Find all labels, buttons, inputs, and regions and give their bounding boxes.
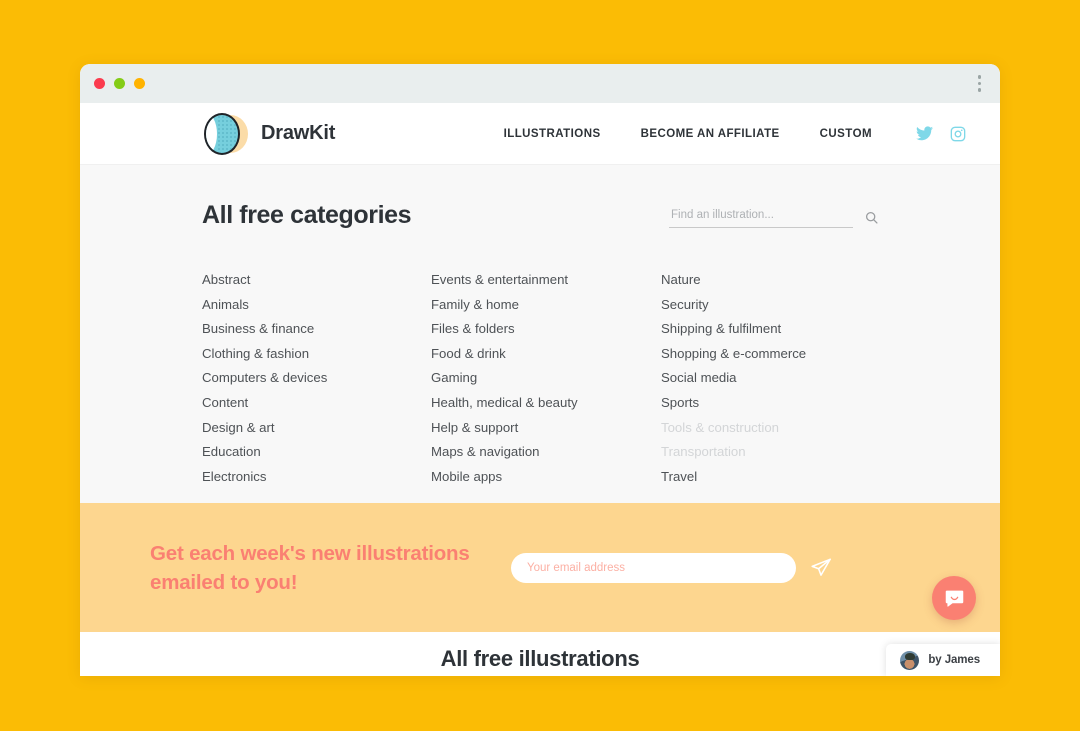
category-column-2: Events & entertainment Family & home Fil… bbox=[431, 268, 661, 489]
category-link[interactable]: Mobile apps bbox=[431, 465, 661, 490]
credit-text: by James bbox=[928, 654, 980, 666]
category-link[interactable]: Business & finance bbox=[202, 317, 431, 342]
category-link[interactable]: Events & entertainment bbox=[431, 268, 661, 293]
twitter-icon[interactable] bbox=[916, 126, 933, 141]
category-link[interactable]: Files & folders bbox=[431, 317, 661, 342]
category-link[interactable]: Clothing & fashion bbox=[202, 342, 431, 367]
category-link[interactable]: Design & art bbox=[202, 416, 431, 441]
category-link[interactable]: Tools & construction bbox=[661, 416, 878, 441]
category-column-1: Abstract Animals Business & finance Clot… bbox=[202, 268, 431, 489]
category-link[interactable]: Animals bbox=[202, 293, 431, 318]
instagram-icon[interactable] bbox=[950, 126, 966, 142]
category-link[interactable]: Gaming bbox=[431, 366, 661, 391]
category-link[interactable]: Security bbox=[661, 293, 878, 318]
main-navigation: ILLUSTRATIONS BECOME AN AFFILIATE CUSTOM bbox=[504, 120, 966, 148]
category-link[interactable]: Electronics bbox=[202, 465, 431, 490]
site-header: DrawKit ILLUSTRATIONS BECOME AN AFFILIAT… bbox=[80, 103, 1000, 165]
categories-section: All free categories Abstract Animals B bbox=[80, 165, 1000, 503]
kebab-menu-icon[interactable] bbox=[975, 71, 985, 96]
category-link[interactable]: Family & home bbox=[431, 293, 661, 318]
drawkit-logo-icon bbox=[202, 112, 248, 156]
avatar bbox=[900, 650, 920, 670]
nav-item-become-an-affiliate[interactable]: BECOME AN AFFILIATE bbox=[641, 120, 780, 148]
category-link[interactable]: Food & drink bbox=[431, 342, 661, 367]
credit-badge[interactable]: by James bbox=[886, 644, 1000, 676]
nav-item-custom[interactable]: CUSTOM bbox=[820, 120, 872, 148]
category-link[interactable]: Maps & navigation bbox=[431, 440, 661, 465]
category-column-3: Nature Security Shipping & fulfilment Sh… bbox=[661, 268, 878, 489]
category-link[interactable]: Sports bbox=[661, 391, 878, 416]
social-links bbox=[916, 126, 966, 142]
window-controls bbox=[94, 78, 145, 89]
maximize-button[interactable] bbox=[134, 78, 145, 89]
newsletter-heading-line1: Get each week's new illustrations bbox=[150, 541, 470, 565]
bottom-title: All free illustrations bbox=[440, 645, 640, 671]
category-grid: Abstract Animals Business & finance Clot… bbox=[202, 268, 878, 489]
browser-window: DrawKit ILLUSTRATIONS BECOME AN AFFILIAT… bbox=[80, 64, 1000, 676]
browser-titlebar bbox=[80, 64, 1000, 103]
category-link[interactable]: Abstract bbox=[202, 268, 431, 293]
page-title: All free categories bbox=[202, 201, 412, 229]
category-link[interactable]: Computers & devices bbox=[202, 366, 431, 391]
close-button[interactable] bbox=[94, 78, 105, 89]
chat-bubble-icon[interactable] bbox=[932, 576, 976, 620]
category-link[interactable]: Shipping & fulfilment bbox=[661, 317, 878, 342]
search-icon[interactable] bbox=[865, 211, 878, 224]
section-header: All free categories bbox=[202, 201, 878, 230]
category-link[interactable]: Nature bbox=[661, 268, 878, 293]
category-link[interactable]: Shopping & e-commerce bbox=[661, 342, 878, 367]
minimize-button[interactable] bbox=[114, 78, 125, 89]
category-link[interactable]: Social media bbox=[661, 366, 878, 391]
category-link[interactable]: Travel bbox=[661, 465, 878, 490]
category-link[interactable]: Transportation bbox=[661, 440, 878, 465]
newsletter-section: Get each week's new illustrations emaile… bbox=[80, 503, 1000, 632]
brand-name: DrawKit bbox=[261, 122, 336, 144]
illustrations-section: All free illustrations bbox=[80, 632, 1000, 676]
brand-logo[interactable]: DrawKit bbox=[202, 112, 335, 156]
category-link[interactable]: Content bbox=[202, 391, 431, 416]
category-link[interactable]: Health, medical & beauty bbox=[431, 391, 661, 416]
nav-item-illustrations[interactable]: ILLUSTRATIONS bbox=[504, 120, 601, 148]
newsletter-form bbox=[511, 552, 832, 583]
newsletter-heading-line2: emailed to you! bbox=[150, 570, 298, 594]
email-input[interactable] bbox=[511, 552, 796, 583]
search-input[interactable] bbox=[669, 206, 853, 228]
category-link[interactable]: Education bbox=[202, 440, 431, 465]
newsletter-heading: Get each week's new illustrations emaile… bbox=[150, 539, 470, 597]
category-link[interactable]: Help & support bbox=[431, 416, 661, 441]
search-box bbox=[669, 206, 878, 230]
paper-plane-icon[interactable] bbox=[810, 557, 832, 579]
